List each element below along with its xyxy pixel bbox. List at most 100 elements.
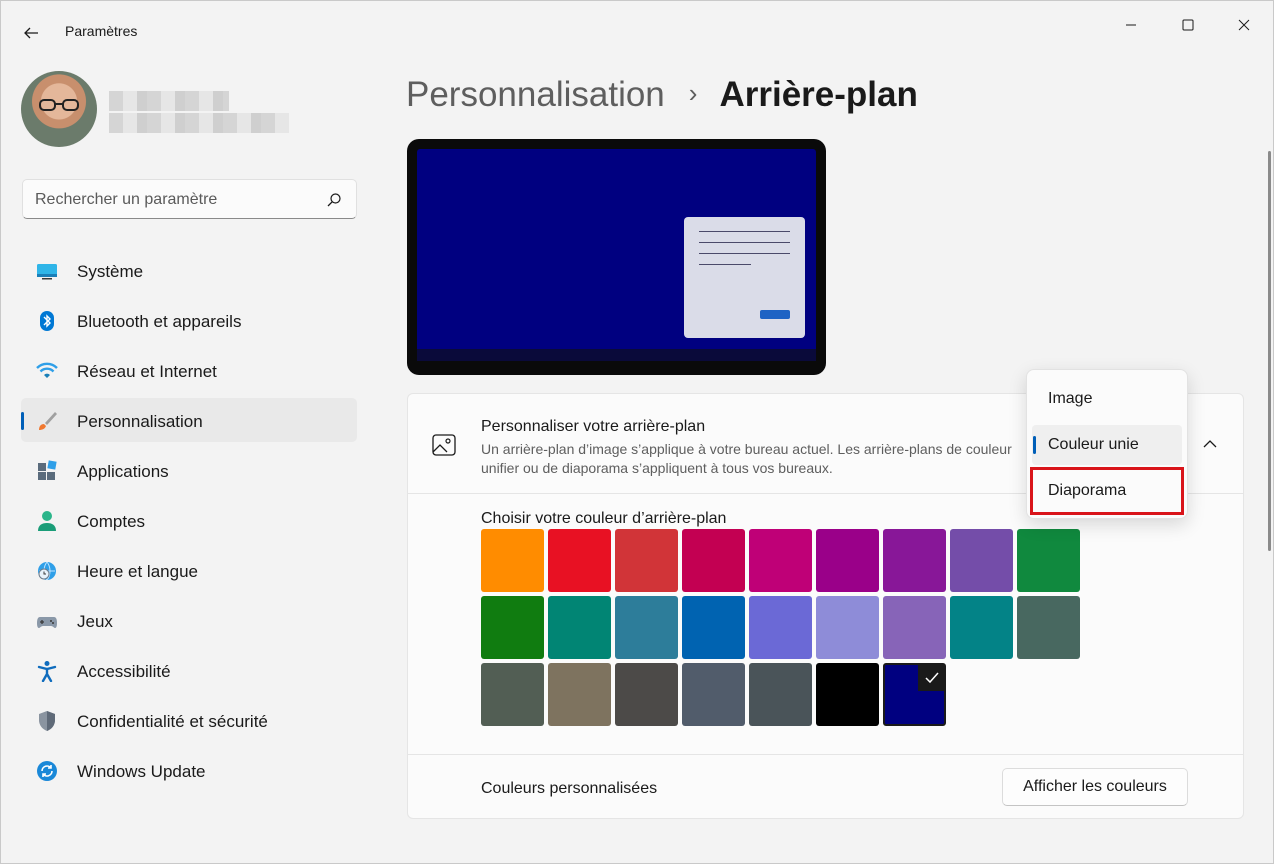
dropdown-option-couleur-unie[interactable]: Couleur unie xyxy=(1032,425,1182,465)
preview-screen xyxy=(417,149,816,361)
person-icon xyxy=(38,511,56,531)
settings-window: Paramètres Rechercher un paramètre Systè… xyxy=(0,0,1274,864)
color-swatch[interactable] xyxy=(548,529,611,592)
search-input[interactable] xyxy=(35,189,315,211)
color-swatch[interactable] xyxy=(883,529,946,592)
color-swatch[interactable] xyxy=(682,596,745,659)
wifi-icon xyxy=(36,362,58,378)
preview-taskbar xyxy=(417,349,816,361)
scrollbar[interactable] xyxy=(1268,151,1271,551)
sidebar-item-label: Applications xyxy=(77,462,169,481)
sidebar-item-label: Confidentialité et sécurité xyxy=(77,712,268,731)
sidebar-item-jeux[interactable]: Jeux xyxy=(21,598,357,642)
chevron-right-icon: › xyxy=(688,78,698,108)
page-title: Arrière-plan xyxy=(719,75,918,114)
minimize-icon xyxy=(1126,24,1136,26)
avatar xyxy=(21,71,97,147)
minimize-button[interactable] xyxy=(1108,9,1154,41)
globe-clock-icon xyxy=(38,561,56,581)
title-bar: Paramètres xyxy=(1,1,1273,49)
color-swatch[interactable] xyxy=(615,663,678,726)
sidebar-item-personnalisation[interactable]: Personnalisation xyxy=(21,398,357,442)
chevron-up-icon[interactable] xyxy=(1202,436,1218,452)
color-swatch[interactable] xyxy=(481,529,544,592)
color-swatch[interactable] xyxy=(883,596,946,659)
bluetooth-icon xyxy=(40,311,54,331)
colors-label: Choisir votre couleur d’arrière-plan xyxy=(481,510,727,527)
color-swatch[interactable] xyxy=(1017,596,1080,659)
gamepad-icon xyxy=(37,617,57,628)
sidebar-item-label: Accessibilité xyxy=(77,662,171,681)
accessibility-icon xyxy=(37,661,57,682)
sidebar-item-applications[interactable]: Applications xyxy=(21,448,357,492)
arrow-left-icon xyxy=(24,27,38,39)
sidebar-item-label: Heure et langue xyxy=(77,562,198,581)
maximize-icon xyxy=(1182,19,1194,31)
monitor-icon xyxy=(37,264,57,280)
color-swatch[interactable] xyxy=(682,663,745,726)
color-swatch[interactable] xyxy=(548,663,611,726)
color-swatch[interactable] xyxy=(816,596,879,659)
breadcrumb-parent[interactable]: Personnalisation xyxy=(406,75,665,114)
sidebar-item-label: Système xyxy=(77,262,144,281)
search-box xyxy=(22,179,357,219)
custom-colors-row: Couleurs personnalisées Afficher les cou… xyxy=(408,754,1243,820)
sidebar-item-label: Réseau et Internet xyxy=(77,362,217,381)
sidebar-item-reseau[interactable]: Réseau et Internet xyxy=(21,348,357,392)
color-swatch[interactable] xyxy=(749,529,812,592)
close-button[interactable] xyxy=(1221,9,1267,41)
color-swatch[interactable] xyxy=(883,663,946,726)
card-description: Un arrière-plan d’image s’applique à vot… xyxy=(481,441,1012,476)
color-swatch[interactable] xyxy=(615,596,678,659)
sidebar-item-windows-update[interactable]: Windows Update xyxy=(21,748,357,792)
color-swatch[interactable] xyxy=(816,663,879,726)
color-swatch[interactable] xyxy=(816,529,879,592)
color-swatch[interactable] xyxy=(548,596,611,659)
custom-colors-label: Couleurs personnalisées xyxy=(481,780,658,797)
shield-icon xyxy=(39,711,55,731)
sidebar-item-confidentialite[interactable]: Confidentialité et sécurité xyxy=(21,698,357,742)
sidebar-item-comptes[interactable]: Comptes xyxy=(21,498,357,542)
checkmark-icon xyxy=(918,664,945,691)
dropdown-option-diaporama[interactable]: Diaporama xyxy=(1032,471,1182,511)
color-swatch[interactable] xyxy=(615,529,678,592)
color-swatch[interactable] xyxy=(1017,529,1080,592)
maximize-button[interactable] xyxy=(1165,9,1211,41)
color-swatch[interactable] xyxy=(950,596,1013,659)
search-icon[interactable] xyxy=(326,192,342,208)
user-name-redacted xyxy=(109,91,229,111)
dropdown-option-label: Couleur unie xyxy=(1048,436,1139,453)
sidebar-item-label: Comptes xyxy=(77,512,146,531)
color-swatch[interactable] xyxy=(481,596,544,659)
preview-line xyxy=(699,231,790,232)
sidebar-item-label: Bluetooth et appareils xyxy=(77,312,242,331)
view-colors-button[interactable]: Afficher les couleurs xyxy=(1002,768,1188,806)
sidebar-item-bluetooth[interactable]: Bluetooth et appareils xyxy=(21,298,357,342)
back-button[interactable] xyxy=(15,17,47,49)
color-swatch[interactable] xyxy=(749,596,812,659)
preview-line xyxy=(699,253,790,254)
preview-button xyxy=(760,310,790,319)
preview-line xyxy=(699,264,751,265)
color-swatch[interactable] xyxy=(950,529,1013,592)
app-title: Paramètres xyxy=(65,23,138,39)
color-swatch[interactable] xyxy=(481,663,544,726)
sidebar-item-label: Personnalisation xyxy=(77,412,203,431)
breadcrumb: Personnalisation › Arrière-plan xyxy=(406,75,918,119)
dropdown-option-label: Image xyxy=(1048,390,1093,407)
card-title: Personnaliser votre arrière-plan xyxy=(481,418,706,435)
apps-icon xyxy=(38,460,57,480)
dropdown-option-image[interactable]: Image xyxy=(1032,379,1182,419)
sidebar-item-systeme[interactable]: Système xyxy=(21,248,357,292)
user-email-redacted xyxy=(109,113,289,133)
sidebar-item-accessibilite[interactable]: Accessibilité xyxy=(21,648,357,692)
color-swatch[interactable] xyxy=(749,663,812,726)
background-type-dropdown: Image Couleur unie Diaporama xyxy=(1026,369,1188,519)
color-swatch[interactable] xyxy=(682,529,745,592)
close-icon xyxy=(1238,19,1250,31)
sidebar-item-label: Windows Update xyxy=(77,762,206,781)
background-preview xyxy=(407,139,826,375)
glasses-icon xyxy=(39,99,79,111)
dropdown-option-label: Diaporama xyxy=(1048,482,1127,499)
sidebar-item-heure-langue[interactable]: Heure et langue xyxy=(21,548,357,592)
